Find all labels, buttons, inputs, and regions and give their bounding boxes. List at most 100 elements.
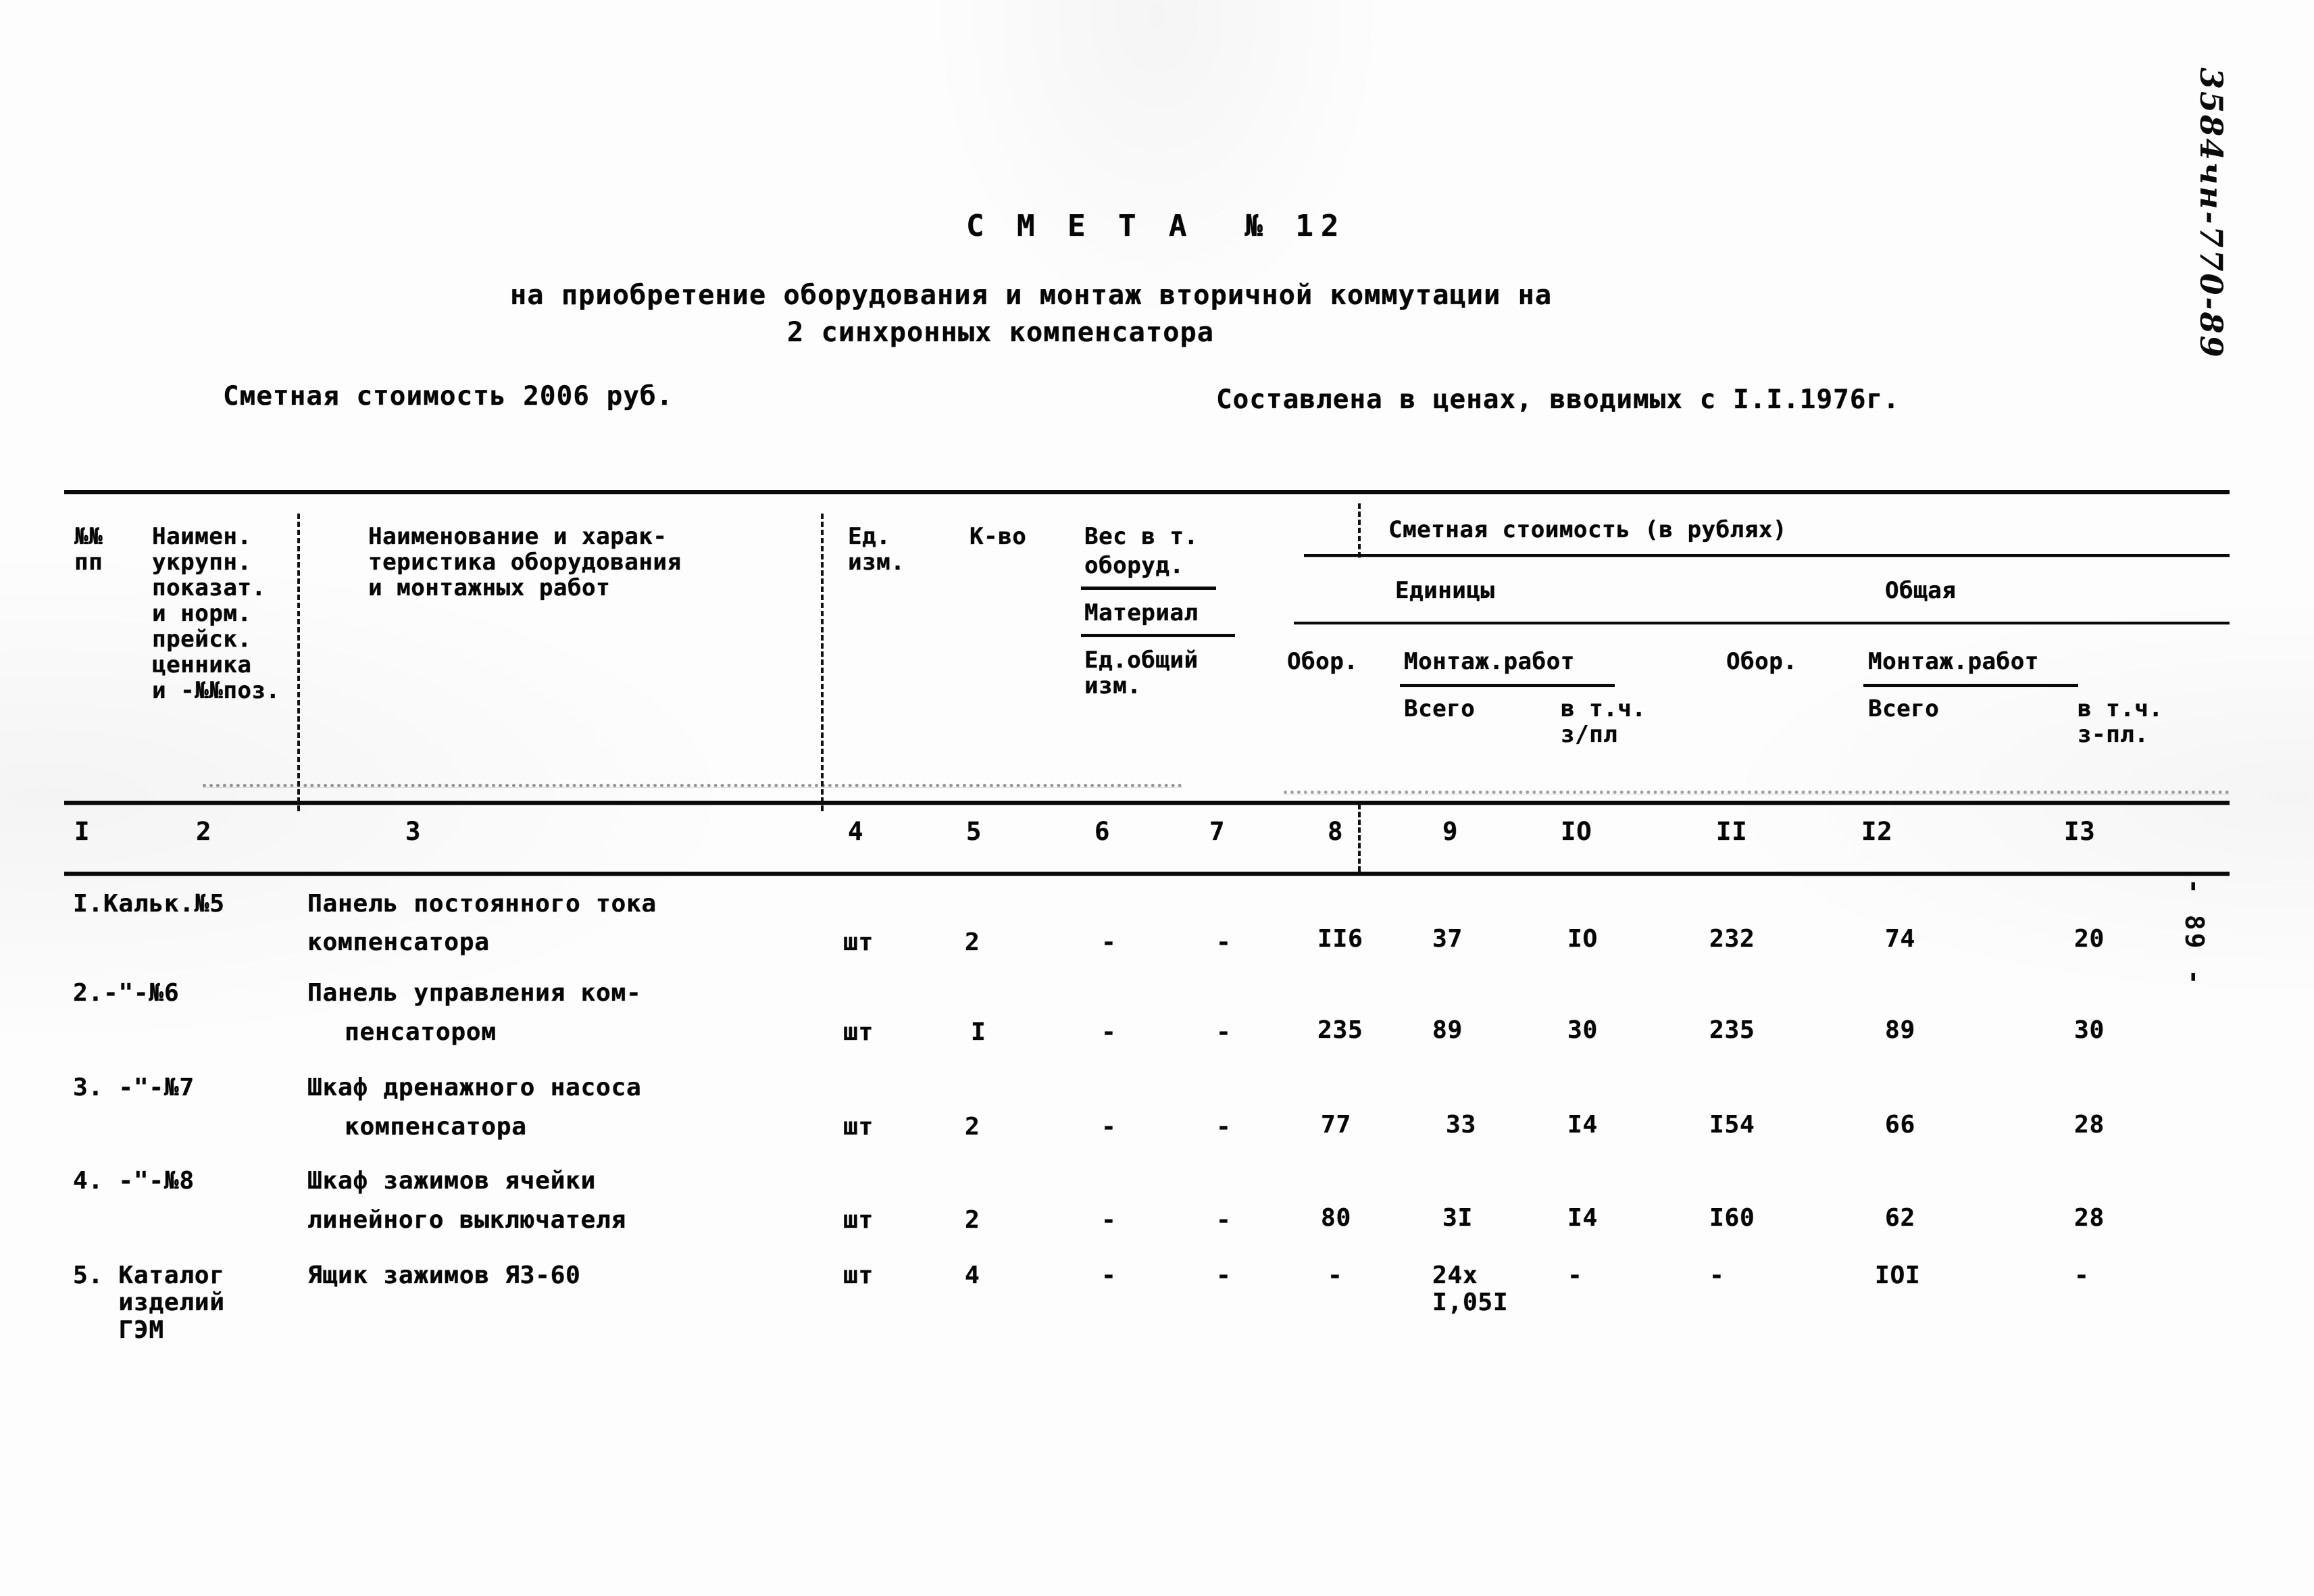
row-5-total-install: IOI [1875,1262,1921,1289]
header-divider-col1 [297,514,300,811]
row-3-unit-equipment-cost: 77 [1321,1111,1351,1139]
document-subtitle-line-2: 2 синхронных компенсатора [787,317,1215,348]
header-col-3: Наименование и харак- теристика оборудов… [368,523,682,602]
row-4-description-line-2: линейного выключателя [307,1206,626,1234]
header-total-equipment: Обор. [1726,648,1798,675]
page-number-annotation: - 89 - [2180,878,2209,988]
column-number-6: 6 [1095,817,1111,846]
header-col-5: К-во [970,523,1027,550]
row-2-unit-install-total: 89 [1432,1016,1463,1044]
header-total-install: Монтаж.работ [1868,648,2039,675]
header-total-install-all: Всего [1868,695,1940,722]
row-2-description-line-1: Панель управления ком- [307,979,642,1007]
row-2-unit-equipment-cost: 235 [1317,1016,1363,1044]
header-divider-col3 [821,514,824,811]
row-2-total-install-wages: 30 [2074,1016,2105,1044]
header-col-2: Наимен. укрупн. показат. и норм. прейск.… [152,523,280,705]
row-1-weight-equipment: - [1101,928,1117,956]
table-top-rule [64,490,2230,494]
row-3-unit-install-wages: I4 [1567,1111,1598,1139]
table-row: I.Кальк.№5 [73,890,225,918]
column-number-bottom-rule [64,872,2230,876]
column-number-7: 7 [1209,817,1226,846]
row-4-description-line-1: Шкаф зажимов ячейки [307,1167,597,1195]
row-4-unit-install-total: 3I [1442,1204,1473,1232]
column-number-10: IO [1561,817,1592,846]
archive-code-annotation: 3584чн-770-89 [2193,68,2230,359]
header-weight-material: Материал [1084,599,1199,626]
row-2-unit: шт [843,1018,874,1046]
header-weight-unit-total: Ед.общий изм. [1084,647,1199,700]
row-3-unit-install-total: 33 [1446,1111,1476,1139]
document-title: С М Е Т А № 12 [966,209,1347,243]
header-weight-title: Вес в т. [1084,523,1199,550]
row-1-description-line-2: компенсатора [307,928,490,956]
column-number-11: II [1716,817,1748,846]
header-total-group: Общая [1885,577,1957,604]
header-unit-equipment: Обор. [1287,648,1359,675]
column-number-1: I [74,817,91,846]
row-4-weight-equipment: - [1101,1206,1117,1234]
row-3-description-line-2: компенсатора [345,1113,527,1141]
header-weight-equipment-underline [1081,587,1216,590]
header-unit-install: Монтаж.работ [1404,648,1575,675]
column-number-13: I3 [2064,817,2096,846]
row-5-unit-install-wages: - [1567,1262,1583,1289]
row-5-unit-install-total: 24х I,05I [1432,1262,1509,1317]
row-2-weight-material: - [1216,1018,1232,1046]
row-5-total-equipment-cost: - [1709,1262,1725,1289]
row-1-unit: шт [843,928,874,956]
scan-artifact-line-2 [1284,791,2230,794]
row-4-unit: шт [843,1206,874,1234]
row-2-total-install: 89 [1885,1016,1915,1044]
row-5-weight-material: - [1216,1262,1232,1289]
header-total-install-included: в т.ч. з-пл. [2078,695,2163,749]
row-4-unit-equipment-cost: 80 [1321,1204,1351,1232]
cost-group-rule [1304,554,2230,557]
row-1-total-install-wages: 20 [2074,925,2105,953]
column-number-4: 4 [848,817,864,846]
column-number-9: 9 [1442,817,1459,846]
table-row: 3. -"-№7 [73,1074,195,1101]
row-2-quantity: I [971,1018,986,1046]
header-cost-group: Сметная стоимость (в рублях) [1388,516,1787,543]
table-row: 2.-"-№6 [73,979,180,1007]
row-3-unit: шт [843,1113,874,1141]
header-col-1: №№ пп [74,523,103,576]
row-1-weight-material: - [1216,928,1232,956]
row-1-quantity: 2 [965,928,980,956]
row-3-weight-material: - [1216,1113,1232,1141]
row-5-description-line-1: Ящик зажимов ЯЗ-60 [307,1262,581,1289]
scan-artifact-line-1 [203,784,1182,787]
row-1-unit-install-wages: IO [1567,925,1598,953]
row-3-description-line-1: Шкаф дренажного насоса [307,1074,642,1101]
row-4-quantity: 2 [965,1206,980,1234]
header-total-install-underline [1863,684,2078,687]
header-weight-material-underline [1081,634,1235,637]
unit-total-group-rule [1294,622,2230,624]
document-page: С М Е Т А № 12 на приобретение оборудова… [0,0,2314,1596]
row-3-total-install-wages: 28 [2074,1111,2105,1139]
row-4-total-equipment-cost: I60 [1709,1204,1755,1232]
row-1-description-line-1: Панель постоянного тока [307,890,657,918]
row-1-total-equipment-cost: 232 [1709,925,1755,953]
row-5-total-install-wages: - [2074,1262,2090,1289]
row-1-unit-equipment-cost: II6 [1317,925,1363,953]
table-header-bottom-rule [64,801,2230,805]
row-3-quantity: 2 [965,1113,980,1141]
header-col-4: Ед. изм. [848,523,905,576]
row-3-weight-equipment: - [1101,1113,1117,1141]
row-4-total-install: 62 [1885,1204,1915,1232]
row-4-total-install-wages: 28 [2074,1204,2105,1232]
column-number-8: 8 [1328,817,1344,846]
header-unit-install-included: в т.ч. з/пл [1561,695,1646,749]
row-2-unit-install-wages: 30 [1567,1016,1598,1044]
row-2-weight-equipment: - [1101,1018,1117,1046]
estimate-cost-label: Сметная стоимость 2006 руб. [223,381,674,412]
row-5-weight-equipment: - [1101,1262,1117,1289]
document-subtitle-line-1: на приобретение оборудования и монтаж вт… [510,280,1553,311]
row-2-description-line-2: пенсатором [345,1018,497,1046]
table-row: 5. Каталог изделий ГЭМ [73,1262,225,1344]
row-4-unit-install-wages: I4 [1567,1204,1598,1232]
row-5-unit: шт [843,1262,874,1289]
